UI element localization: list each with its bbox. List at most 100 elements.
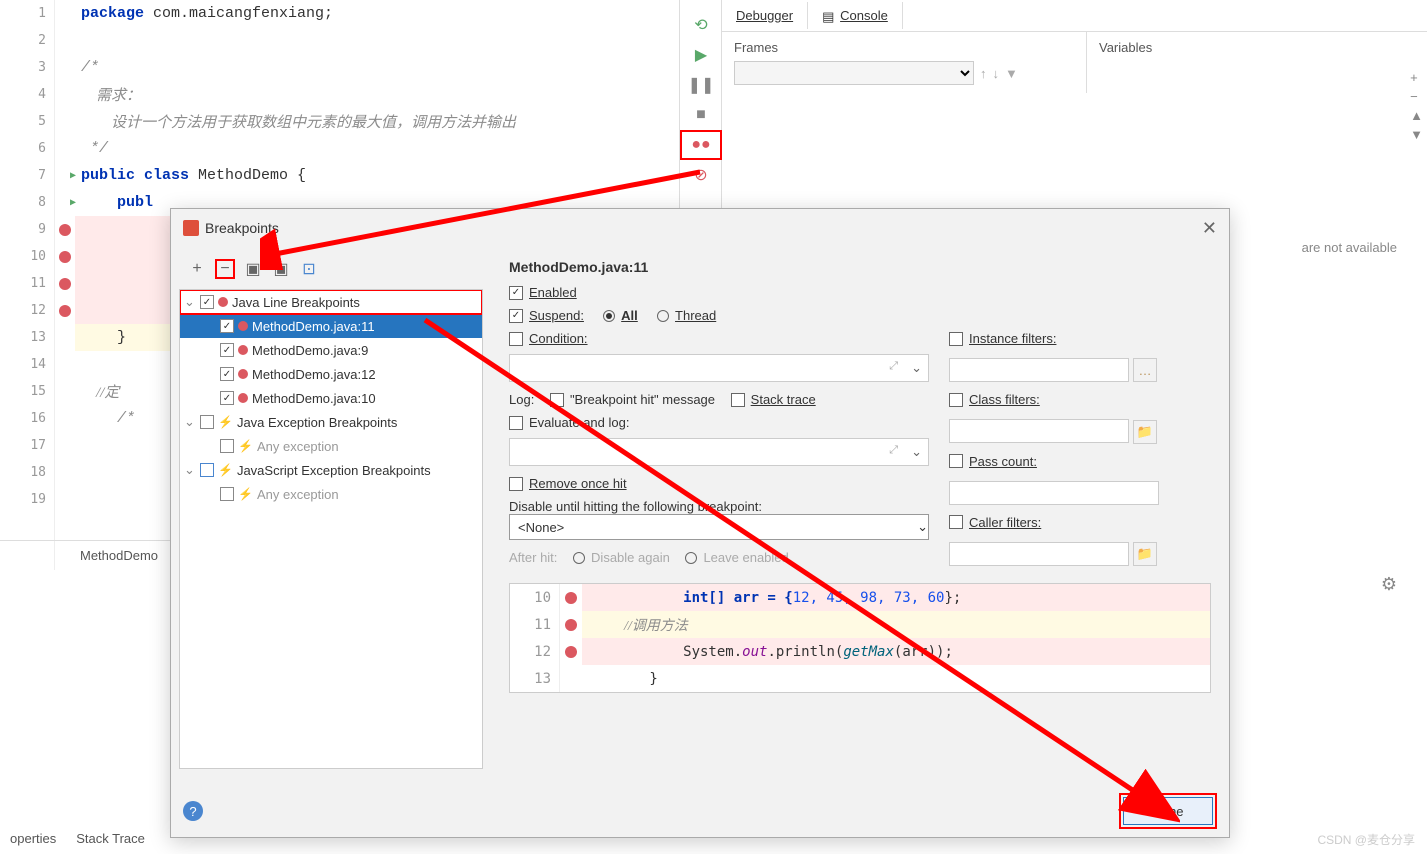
checkbox[interactable]: [220, 367, 234, 381]
checkbox[interactable]: [220, 319, 234, 333]
rerun-icon[interactable]: ⟲: [680, 10, 722, 40]
expand-icon[interactable]: ⤢: [889, 360, 898, 373]
checkbox[interactable]: [200, 415, 214, 429]
tree-item[interactable]: MethodDemo.java:10: [180, 386, 482, 410]
tree-group[interactable]: ⌄Java Line Breakpoints: [180, 290, 482, 314]
breakpoint-tree[interactable]: ⌄Java Line Breakpoints MethodDemo.java:1…: [179, 289, 483, 769]
view-breakpoints-icon[interactable]: ●●: [680, 130, 722, 160]
done-button[interactable]: Done: [1123, 797, 1213, 825]
checkbox[interactable]: [220, 343, 234, 357]
expand-icon[interactable]: ⤢: [889, 444, 898, 457]
tree-item[interactable]: ⚡Any exception: [180, 434, 482, 458]
breakpoint-icon: [565, 592, 577, 604]
breakpoint-icon[interactable]: [59, 251, 71, 263]
folder-icon[interactable]: 📁: [1133, 542, 1157, 566]
arrow-down-icon[interactable]: ↓: [993, 66, 1000, 81]
condition-checkbox[interactable]: [509, 332, 523, 346]
eval-checkbox[interactable]: [509, 416, 523, 430]
filter-icon[interactable]: ▼: [1005, 66, 1018, 81]
remove-checkbox[interactable]: [509, 477, 523, 491]
debug-tabs: Debugger ▤Console: [722, 0, 1427, 32]
stop-icon[interactable]: ■: [680, 100, 722, 130]
variables-label: Variables: [1099, 40, 1415, 55]
console-tab[interactable]: ▤Console: [808, 2, 903, 30]
tree-item[interactable]: MethodDemo.java:11: [180, 314, 482, 338]
tree-item[interactable]: MethodDemo.java:12: [180, 362, 482, 386]
line-number: 18: [0, 459, 54, 486]
enabled-checkbox[interactable]: [509, 286, 523, 300]
all-radio[interactable]: [603, 310, 615, 322]
group-icon[interactable]: ▣: [243, 259, 263, 279]
pause-icon[interactable]: ❚❚: [680, 70, 722, 100]
detail-title: MethodDemo.java:11: [509, 259, 1211, 275]
breakpoint-icon: [238, 321, 248, 331]
instance-input[interactable]: [949, 358, 1129, 382]
suspend-checkbox[interactable]: [509, 309, 523, 323]
debugger-tab[interactable]: Debugger: [722, 2, 808, 29]
checkbox[interactable]: [220, 439, 234, 453]
breakpoint-toolbar: + − ▣ ▣ ⊡: [179, 255, 483, 283]
properties-tab[interactable]: operties: [10, 831, 56, 846]
tree-item[interactable]: ⚡Any exception: [180, 482, 482, 506]
breakpoint-icon: [565, 619, 577, 631]
not-available-text: are not available: [1302, 240, 1397, 255]
add-breakpoint-icon[interactable]: +: [187, 259, 207, 279]
line-number: 16: [0, 405, 54, 432]
run-gutter-icon[interactable]: ▶: [70, 170, 76, 181]
remove-breakpoint-icon[interactable]: −: [215, 259, 235, 279]
bphit-checkbox[interactable]: [550, 393, 564, 407]
breakpoint-gutter[interactable]: [55, 0, 75, 570]
class-checkbox[interactable]: [949, 393, 963, 407]
checkbox[interactable]: [220, 391, 234, 405]
chevron-down-icon[interactable]: ⌄: [911, 444, 922, 460]
folder-icon[interactable]: 📁: [1133, 420, 1157, 444]
disable-until-select[interactable]: <None>⌄: [509, 514, 929, 540]
browse-icon[interactable]: …: [1133, 358, 1157, 382]
eval-input[interactable]: ⤢⌄: [509, 438, 929, 466]
up-icon[interactable]: ▲: [1410, 108, 1423, 123]
pass-checkbox[interactable]: [949, 454, 963, 468]
settings-icon[interactable]: ⚙: [1381, 574, 1397, 595]
pass-input[interactable]: [949, 481, 1159, 505]
disable-until-label: Disable until hitting the following brea…: [509, 499, 929, 514]
tree-group[interactable]: ⌄⚡Java Exception Breakpoints: [180, 410, 482, 434]
caller-checkbox[interactable]: [949, 515, 963, 529]
line-number: 4: [0, 81, 54, 108]
condition-input[interactable]: ⤢⌄: [509, 354, 929, 382]
close-icon[interactable]: ✕: [1202, 218, 1217, 239]
breakpoint-icon[interactable]: [59, 224, 71, 236]
chevron-down-icon[interactable]: ⌄: [911, 360, 922, 376]
tree-item[interactable]: MethodDemo.java:9: [180, 338, 482, 362]
dialog-title: Breakpoints: [205, 220, 279, 236]
group2-icon[interactable]: ▣: [271, 259, 291, 279]
console-icon: ▤: [822, 9, 836, 23]
file-tab[interactable]: MethodDemo: [70, 544, 168, 567]
run-gutter-icon[interactable]: ▶: [70, 197, 76, 208]
help-icon[interactable]: ?: [183, 801, 203, 821]
line-number: 15: [0, 378, 54, 405]
arrow-up-icon[interactable]: ↑: [980, 66, 987, 81]
checkbox[interactable]: [200, 463, 214, 477]
stack-checkbox[interactable]: [731, 393, 745, 407]
checkbox[interactable]: [200, 295, 214, 309]
instance-checkbox[interactable]: [949, 332, 963, 346]
checkbox[interactable]: [220, 487, 234, 501]
stacktrace-tab[interactable]: Stack Trace: [76, 831, 145, 846]
resume-icon[interactable]: ▶: [680, 40, 722, 70]
breakpoint-icon: [238, 345, 248, 355]
add-icon[interactable]: +: [1410, 70, 1423, 85]
breakpoint-icon[interactable]: [59, 278, 71, 290]
leave-radio: [685, 552, 697, 564]
breakpoint-icon[interactable]: [59, 305, 71, 317]
line-number: 3: [0, 54, 54, 81]
remove-icon[interactable]: −: [1410, 89, 1423, 104]
expand-icon[interactable]: ⊡: [299, 259, 319, 279]
thread-radio[interactable]: [657, 310, 669, 322]
tree-group[interactable]: ⌄⚡JavaScript Exception Breakpoints: [180, 458, 482, 482]
caller-input[interactable]: [949, 542, 1129, 566]
line-number: 19: [0, 486, 54, 513]
frames-dropdown[interactable]: [734, 61, 974, 85]
down-icon[interactable]: ▼: [1410, 127, 1423, 142]
class-input[interactable]: [949, 419, 1129, 443]
mute-breakpoints-icon[interactable]: ⊘: [680, 160, 722, 190]
